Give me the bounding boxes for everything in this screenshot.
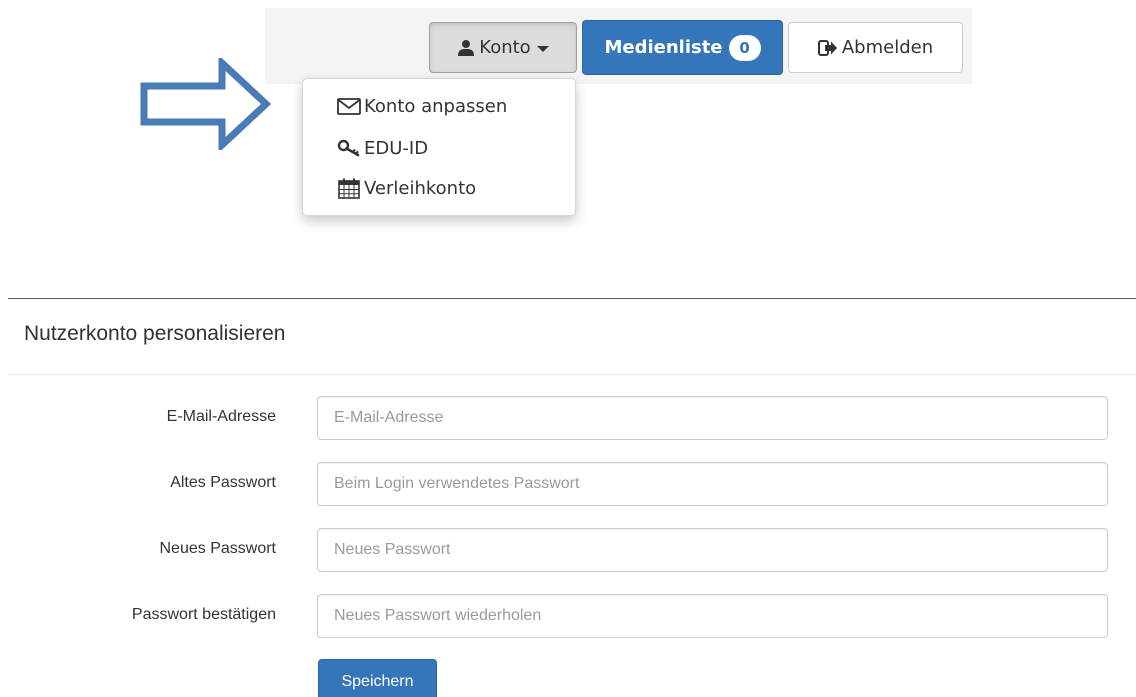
- email-field[interactable]: [317, 396, 1108, 440]
- media-list-count-badge: 0: [728, 34, 761, 61]
- logout-label: Abmelden: [841, 37, 934, 58]
- caret-down-icon: [536, 45, 549, 52]
- page: Konto Medienliste 0 Abmelden Konto anpas…: [0, 0, 1136, 697]
- old-password-label: Altes Passwort: [170, 474, 276, 491]
- panel-top-border: [8, 298, 1136, 299]
- confirm-password-label: Passwort bestätigen: [131, 606, 276, 623]
- menu-item-konto-anpassen[interactable]: Konto anpassen: [337, 92, 507, 120]
- menu-item-label: Verleihkonto: [364, 177, 477, 199]
- old-password-field[interactable]: [317, 462, 1108, 506]
- media-list-button[interactable]: Medienliste 0: [582, 20, 783, 75]
- menu-item-edu-id[interactable]: EDU-ID: [337, 134, 428, 162]
- arrow-right-icon: [140, 58, 272, 150]
- account-dropdown-menu: Konto anpassen EDU-ID Verleihkonto: [302, 78, 576, 216]
- media-list-label: Medienliste: [604, 37, 723, 58]
- menu-item-verleihkonto[interactable]: Verleihkonto: [337, 174, 476, 202]
- account-dropdown-button[interactable]: Konto: [429, 22, 577, 73]
- new-password-label: Neues Passwort: [159, 540, 277, 557]
- menu-item-label: Konto anpassen: [364, 95, 508, 117]
- user-icon: [457, 39, 475, 57]
- save-button[interactable]: Speichern: [318, 659, 437, 697]
- sign-out-icon: [817, 39, 838, 56]
- account-button-label: Konto: [479, 37, 531, 58]
- calendar-icon: [337, 178, 361, 199]
- panel-divider: [8, 374, 1136, 375]
- new-password-field[interactable]: [317, 528, 1108, 572]
- key-icon: [337, 139, 361, 157]
- confirm-password-field[interactable]: [317, 594, 1108, 638]
- menu-item-label: EDU-ID: [364, 137, 429, 159]
- logout-button[interactable]: Abmelden: [788, 22, 963, 73]
- email-label: E-Mail-Adresse: [166, 408, 276, 425]
- panel-title: Nutzerkonto personalisieren: [24, 322, 286, 345]
- envelope-icon: [337, 97, 361, 115]
